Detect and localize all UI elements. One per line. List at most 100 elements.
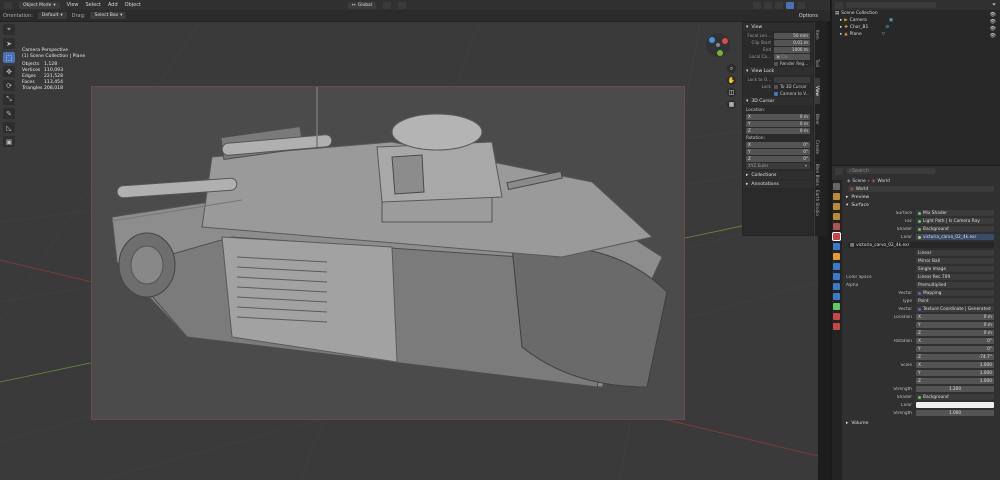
panel-header-preview[interactable]: ▸ Preview [844, 193, 1000, 201]
location-y[interactable]: Y0 m [844, 321, 1000, 329]
local-camera-row[interactable]: Local Ca... ▣ Ca.. [743, 53, 813, 60]
cursor-tool-icon[interactable]: ⌖ [3, 24, 15, 35]
move-tool-icon[interactable]: ✥ [3, 66, 15, 77]
scale-tool-icon[interactable]: ⤡ [3, 94, 15, 105]
panel-header-volume[interactable]: ▸ Volume [844, 419, 1000, 427]
output-tab-icon[interactable] [833, 203, 840, 210]
color-row[interactable]: Color victoria_carvo_02_4k.exr [844, 233, 1000, 241]
clip-end-row[interactable]: End 1000 m [743, 46, 813, 53]
menu-add[interactable]: Add [108, 2, 118, 8]
shader-row[interactable]: Shader Background [844, 225, 1000, 233]
surface-row[interactable]: Surface Mix Shader [844, 209, 1000, 217]
rotation-y[interactable]: Y 0° [844, 345, 1000, 353]
tab-blenr[interactable]: Blenr [815, 106, 820, 132]
cursor-loc-y[interactable]: Y0 m [743, 120, 813, 127]
collection-tab-icon[interactable] [833, 243, 840, 250]
menu-object[interactable]: Object [125, 2, 141, 8]
drag-select[interactable]: Select Box ▾ [90, 12, 127, 19]
editor-type-icon[interactable] [835, 1, 843, 9]
mapping-type-select[interactable]: Type Point [844, 297, 1000, 305]
render-region-checkbox[interactable]: Render Reg... [743, 60, 813, 67]
rotate-tool-icon[interactable]: ⟳ [3, 80, 15, 91]
editor-type-icon[interactable] [835, 167, 843, 175]
tab-earth-studio[interactable]: Earth Studio [815, 190, 820, 216]
material-tab-icon[interactable] [833, 313, 840, 320]
clip-start-row[interactable]: Clip Start 0.01 m [743, 39, 813, 46]
world-tab-icon[interactable] [832, 232, 841, 241]
zoom-icon[interactable]: ⌕ [727, 64, 736, 73]
vector-row[interactable]: Vector Mapping [844, 289, 1000, 297]
vector2-row[interactable]: Vector Texture Coordinate | Generated [844, 305, 1000, 313]
tool-tab-icon[interactable] [833, 183, 840, 190]
visibility-eye-icon[interactable]: 👁 [990, 33, 996, 39]
orientation-select[interactable]: Default ▾ [37, 12, 67, 19]
mode-select[interactable]: Object Mode ▾ [19, 1, 60, 9]
texture-tab-icon[interactable] [833, 323, 840, 330]
tab-item[interactable]: Item [815, 22, 820, 48]
3d-viewport[interactable]: Camera Perspective (1) Scene Collection … [0, 22, 818, 480]
source-select[interactable]: Single Image [844, 265, 1000, 273]
perspective-grid-icon[interactable]: ▦ [727, 100, 736, 109]
outliner-item-plane[interactable]: ▸ ▲ Plane ▽ [832, 31, 1000, 38]
cursor-rot-x[interactable]: X 0° [743, 141, 813, 148]
material-shading-icon[interactable] [797, 1, 806, 9]
alpha-select[interactable]: Alpha Premultiplied [844, 281, 1000, 289]
rotation-z[interactable]: Z -74.7° [844, 353, 1000, 361]
color-space-select[interactable]: Color Space Linear Rec.709 [844, 273, 1000, 281]
editor-type-icon[interactable] [4, 1, 12, 9]
pan-hand-icon[interactable]: ✋ [727, 76, 736, 85]
measure-tool-icon[interactable]: ◺ [3, 122, 15, 133]
strength-field[interactable]: Strength 1.200 [844, 385, 1000, 393]
constraints-tab-icon[interactable] [833, 293, 840, 300]
particles-tab-icon[interactable] [833, 273, 840, 280]
snap-icon[interactable] [383, 1, 392, 9]
shader2-row[interactable]: Shader Background [844, 393, 1000, 401]
tab-tool[interactable]: Tool [815, 50, 820, 76]
visibility-eye-icon[interactable]: 👁 [990, 12, 996, 18]
scale-y[interactable]: Y 1.000 [844, 369, 1000, 377]
cursor-rot-y[interactable]: Y 0° [743, 148, 813, 155]
location-x[interactable]: Location X 0 m [844, 313, 1000, 321]
proportional-edit-icon[interactable] [398, 1, 407, 9]
projection-select[interactable]: Mirror Ball [844, 257, 1000, 265]
view-layer-tab-icon[interactable] [833, 213, 840, 220]
outliner-item-scene-collection[interactable]: ▤ Scene Collection [832, 10, 1000, 17]
cursor-loc-x[interactable]: X0 m [743, 113, 813, 120]
add-cube-icon[interactable]: ▣ [3, 136, 15, 147]
show-gizmo-icon[interactable] [753, 1, 762, 9]
tank-model[interactable] [92, 77, 686, 421]
transform-pivot-select[interactable]: ↔ Global [347, 1, 377, 9]
interpolation-select[interactable]: Linear [844, 249, 1000, 257]
world-datablock[interactable]: ◉ World [844, 185, 1000, 193]
panel-header-view-lock[interactable]: ▾ View Lock [743, 67, 813, 75]
lock-cursor-checkbox[interactable]: Lock To 3D Cursor [743, 83, 813, 90]
tab-create[interactable]: Create [815, 134, 820, 160]
panel-header-surface[interactable]: ▾ Surface [844, 201, 1000, 209]
panel-header-3d-cursor[interactable]: ▾ 3D Cursor [743, 97, 813, 105]
select-box-icon[interactable]: ⬚ [3, 52, 15, 63]
location-z[interactable]: Z0 m [844, 329, 1000, 337]
cursor-loc-z[interactable]: Z0 m [743, 127, 813, 134]
physics-tab-icon[interactable] [833, 283, 840, 290]
menu-select[interactable]: Select [86, 2, 101, 8]
properties-search[interactable]: ⌕ Search [846, 168, 936, 174]
image-datablock[interactable]: ▨ victoria_carvo_02_4k.exr [844, 241, 1000, 249]
navigation-gizmo[interactable] [704, 31, 732, 59]
camera-to-view-checkbox[interactable]: Camera to V... [743, 90, 813, 97]
render-tab-icon[interactable] [833, 193, 840, 200]
focal-length-row[interactable]: Focal Len... 50 mm [743, 32, 813, 39]
visibility-eye-icon[interactable]: 👁 [990, 19, 996, 25]
outliner-item-camera[interactable]: ▸ ▶ Camera ▣ [832, 17, 1000, 24]
rotation-x[interactable]: Rotation X 0° [844, 337, 1000, 345]
annotate-tool-icon[interactable]: ✎ [3, 108, 15, 119]
strength2-field[interactable]: Strength 1.000 [844, 409, 1000, 417]
lock-to-object-row[interactable]: Lock to O... [743, 76, 813, 83]
outliner-item-char-b1[interactable]: ▸ ✚ Char_B1 ⚙ [832, 24, 1000, 31]
color2-swatch[interactable]: Color [844, 401, 1000, 409]
filter-icon[interactable]: ⏷ [992, 2, 996, 8]
select-cursor-icon[interactable]: ➤ [3, 38, 15, 49]
scale-z[interactable]: Z 1.000 [844, 377, 1000, 385]
outliner-search[interactable] [846, 2, 936, 8]
options-dropdown[interactable]: Options [799, 13, 818, 19]
scale-x[interactable]: Scale X 1.000 [844, 361, 1000, 369]
